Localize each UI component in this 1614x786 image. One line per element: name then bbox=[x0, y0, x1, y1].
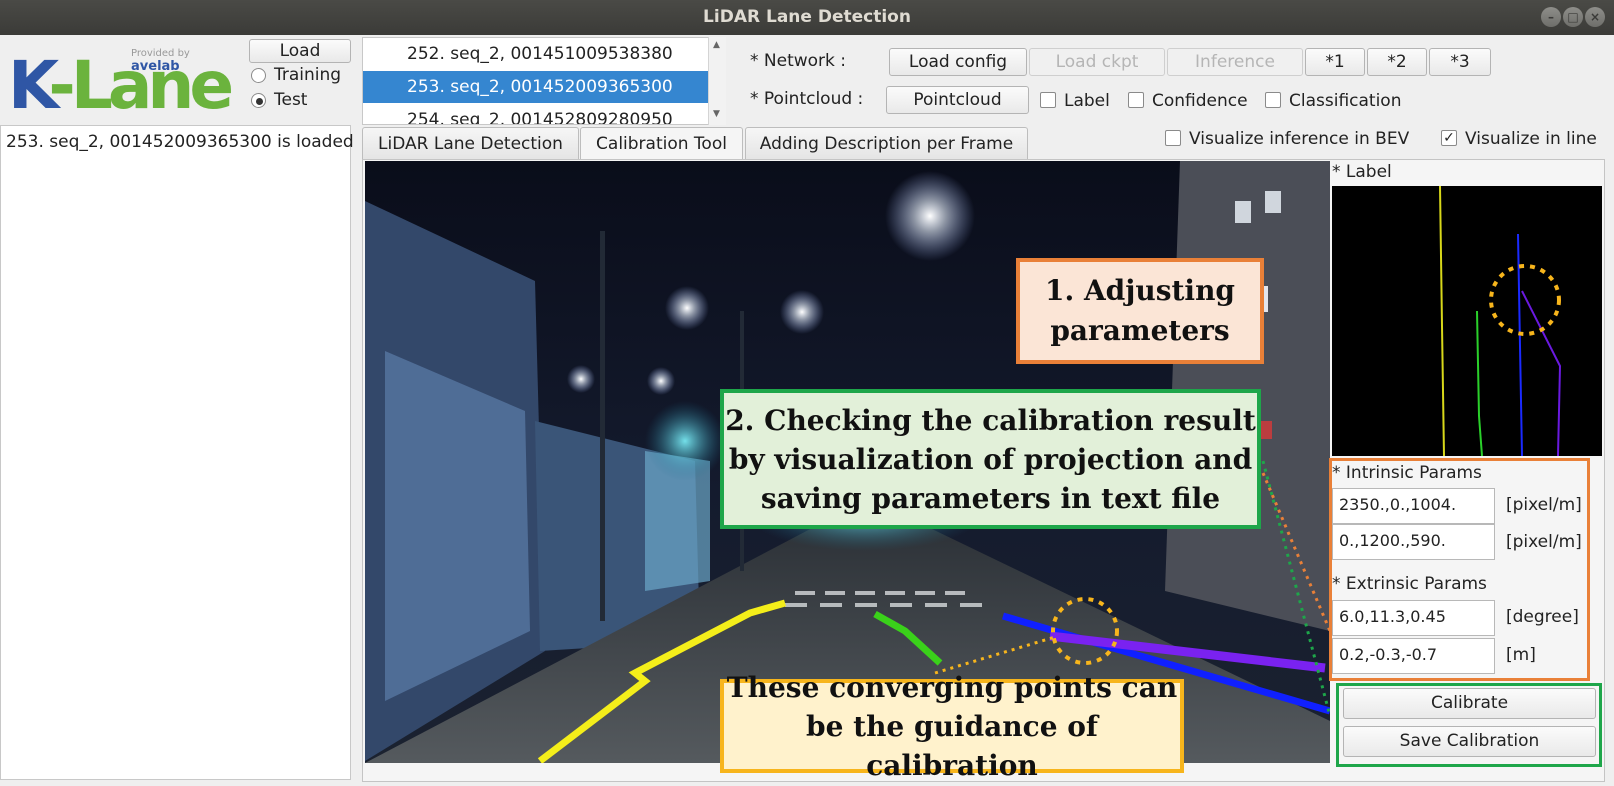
extrinsic-row1-field[interactable]: 6.0,11.3,0.45 bbox=[1332, 600, 1495, 636]
annotation-checking: 2. Checking the calibration result by vi… bbox=[720, 389, 1261, 529]
extrinsic-row2-field[interactable]: 0.2,-0.3,-0.7 bbox=[1332, 638, 1495, 674]
bev-converging-marker bbox=[1489, 264, 1561, 336]
classification-checkbox[interactable] bbox=[1265, 92, 1281, 108]
logo-lane: -Lane bbox=[48, 47, 234, 124]
radio-training-label[interactable]: Training bbox=[274, 65, 341, 85]
confidence-checkbox[interactable] bbox=[1128, 92, 1144, 108]
status-panel: 253. seq_2, 001452009365300 is loaded bbox=[0, 125, 354, 780]
label-section-title: * Label bbox=[1332, 162, 1392, 182]
save-calibration-button[interactable]: Save Calibration bbox=[1343, 726, 1596, 757]
tab-calibration-tool[interactable]: Calibration Tool bbox=[580, 127, 743, 161]
tab-lidar-lane-detection[interactable]: LiDAR Lane Detection bbox=[362, 127, 579, 160]
load-ckpt-button[interactable]: Load ckpt bbox=[1029, 48, 1165, 76]
scroll-up-icon[interactable]: ▲ bbox=[713, 40, 720, 50]
annotation-converging: These converging points can be the guida… bbox=[720, 671, 1184, 782]
label-checkbox[interactable] bbox=[1040, 92, 1056, 108]
tab-adding-description[interactable]: Adding Description per Frame bbox=[745, 127, 1028, 160]
intrinsic-row2-field[interactable]: 0.,1200.,590. bbox=[1332, 524, 1495, 560]
intrinsic-row1-field[interactable]: 2350.,0.,1004. bbox=[1332, 488, 1495, 524]
window-title: LiDAR Lane Detection bbox=[703, 7, 911, 27]
list-item-selected[interactable]: 253. seq_2, 001452009365300 bbox=[363, 71, 709, 103]
window-titlebar: LiDAR Lane Detection bbox=[0, 0, 1614, 35]
intrinsic-title: * Intrinsic Params bbox=[1332, 463, 1482, 483]
calibrate-button[interactable]: Calibrate bbox=[1343, 688, 1596, 719]
annotation-checking-line1: 2. Checking the calibration result bbox=[725, 403, 1256, 437]
annotation-adjusting-line2: parameters bbox=[1050, 314, 1230, 347]
load-config-button[interactable]: Load config bbox=[889, 48, 1027, 76]
radio-test[interactable] bbox=[251, 93, 266, 108]
extrinsic-row2-unit: [m] bbox=[1506, 645, 1536, 665]
maximize-icon[interactable]: □ bbox=[1563, 7, 1583, 27]
preset-3-button[interactable]: *3 bbox=[1429, 48, 1491, 76]
annotation-adjusting-line1: 1. Adjusting bbox=[1044, 274, 1236, 307]
load-button[interactable]: Load bbox=[249, 39, 351, 63]
annotation-converging-line2: be the guidance of calibration bbox=[806, 709, 1098, 782]
street-light bbox=[885, 171, 975, 261]
window-light bbox=[1265, 191, 1281, 213]
frame-list-scrollbar[interactable]: ▲ ▼ bbox=[708, 37, 726, 125]
intrinsic-row1-unit: [pixel/m] bbox=[1506, 495, 1582, 515]
street-light bbox=[780, 290, 824, 334]
radio-training[interactable] bbox=[251, 68, 266, 83]
annotation-checking-line2: by visualization of projection and bbox=[728, 442, 1253, 476]
inference-button[interactable]: Inference bbox=[1167, 48, 1303, 76]
load-status-text: 253. seq_2, 001452009365300 is loaded bbox=[6, 132, 354, 152]
annotation-adjusting: 1. Adjusting parameters bbox=[1016, 258, 1264, 364]
pointcloud-button[interactable]: Pointcloud bbox=[886, 86, 1029, 114]
classification-checkbox-label[interactable]: Classification bbox=[1289, 91, 1401, 111]
klane-logo: Provided by avelab K-Lane bbox=[6, 40, 241, 124]
network-label: * Network : bbox=[750, 51, 847, 71]
extrinsic-row1-unit: [degree] bbox=[1506, 607, 1579, 627]
logo-k: K bbox=[8, 47, 53, 124]
street-light bbox=[665, 286, 709, 330]
label-checkbox-label[interactable]: Label bbox=[1064, 91, 1110, 111]
bev-lane-yellow bbox=[1439, 185, 1445, 457]
visualize-line-checkbox[interactable]: ✓ bbox=[1441, 130, 1457, 146]
cyan-glow bbox=[645, 401, 725, 481]
lamp-pole bbox=[600, 231, 605, 621]
red-sign bbox=[1260, 421, 1272, 439]
street-light bbox=[567, 365, 595, 393]
window-light bbox=[1235, 201, 1251, 223]
visualize-bev-checkbox[interactable] bbox=[1165, 130, 1181, 146]
intrinsic-row2-unit: [pixel/m] bbox=[1506, 532, 1582, 552]
annotation-converging-line1: These converging points can bbox=[726, 670, 1178, 704]
minimize-icon[interactable]: – bbox=[1541, 7, 1561, 27]
list-item[interactable]: 252. seq_2, 001451009538380 bbox=[363, 38, 709, 70]
bev-lane-purple bbox=[1521, 290, 1562, 457]
scroll-down-icon[interactable]: ▼ bbox=[713, 109, 720, 119]
bev-lane-green bbox=[1476, 310, 1483, 457]
visualize-line-label[interactable]: Visualize in line bbox=[1465, 129, 1597, 149]
bev-label-view bbox=[1332, 185, 1602, 457]
bev-lanes bbox=[1439, 185, 1562, 457]
radio-test-label[interactable]: Test bbox=[274, 90, 307, 110]
close-icon[interactable]: × bbox=[1585, 7, 1605, 27]
confidence-checkbox-label[interactable]: Confidence bbox=[1152, 91, 1248, 111]
pointcloud-label: * Pointcloud : bbox=[750, 89, 864, 109]
visualize-bev-label[interactable]: Visualize inference in BEV bbox=[1189, 129, 1409, 149]
annotation-checking-line3: saving parameters in text file bbox=[760, 481, 1221, 515]
frame-list[interactable]: 252. seq_2, 001451009538380 253. seq_2, … bbox=[362, 37, 726, 125]
list-item[interactable]: 254. seq_2, 001452809280950 bbox=[363, 104, 709, 124]
street-light bbox=[647, 367, 675, 395]
extrinsic-title: * Extrinsic Params bbox=[1332, 574, 1487, 594]
preset-1-button[interactable]: *1 bbox=[1305, 48, 1365, 76]
preset-2-button[interactable]: *2 bbox=[1367, 48, 1427, 76]
